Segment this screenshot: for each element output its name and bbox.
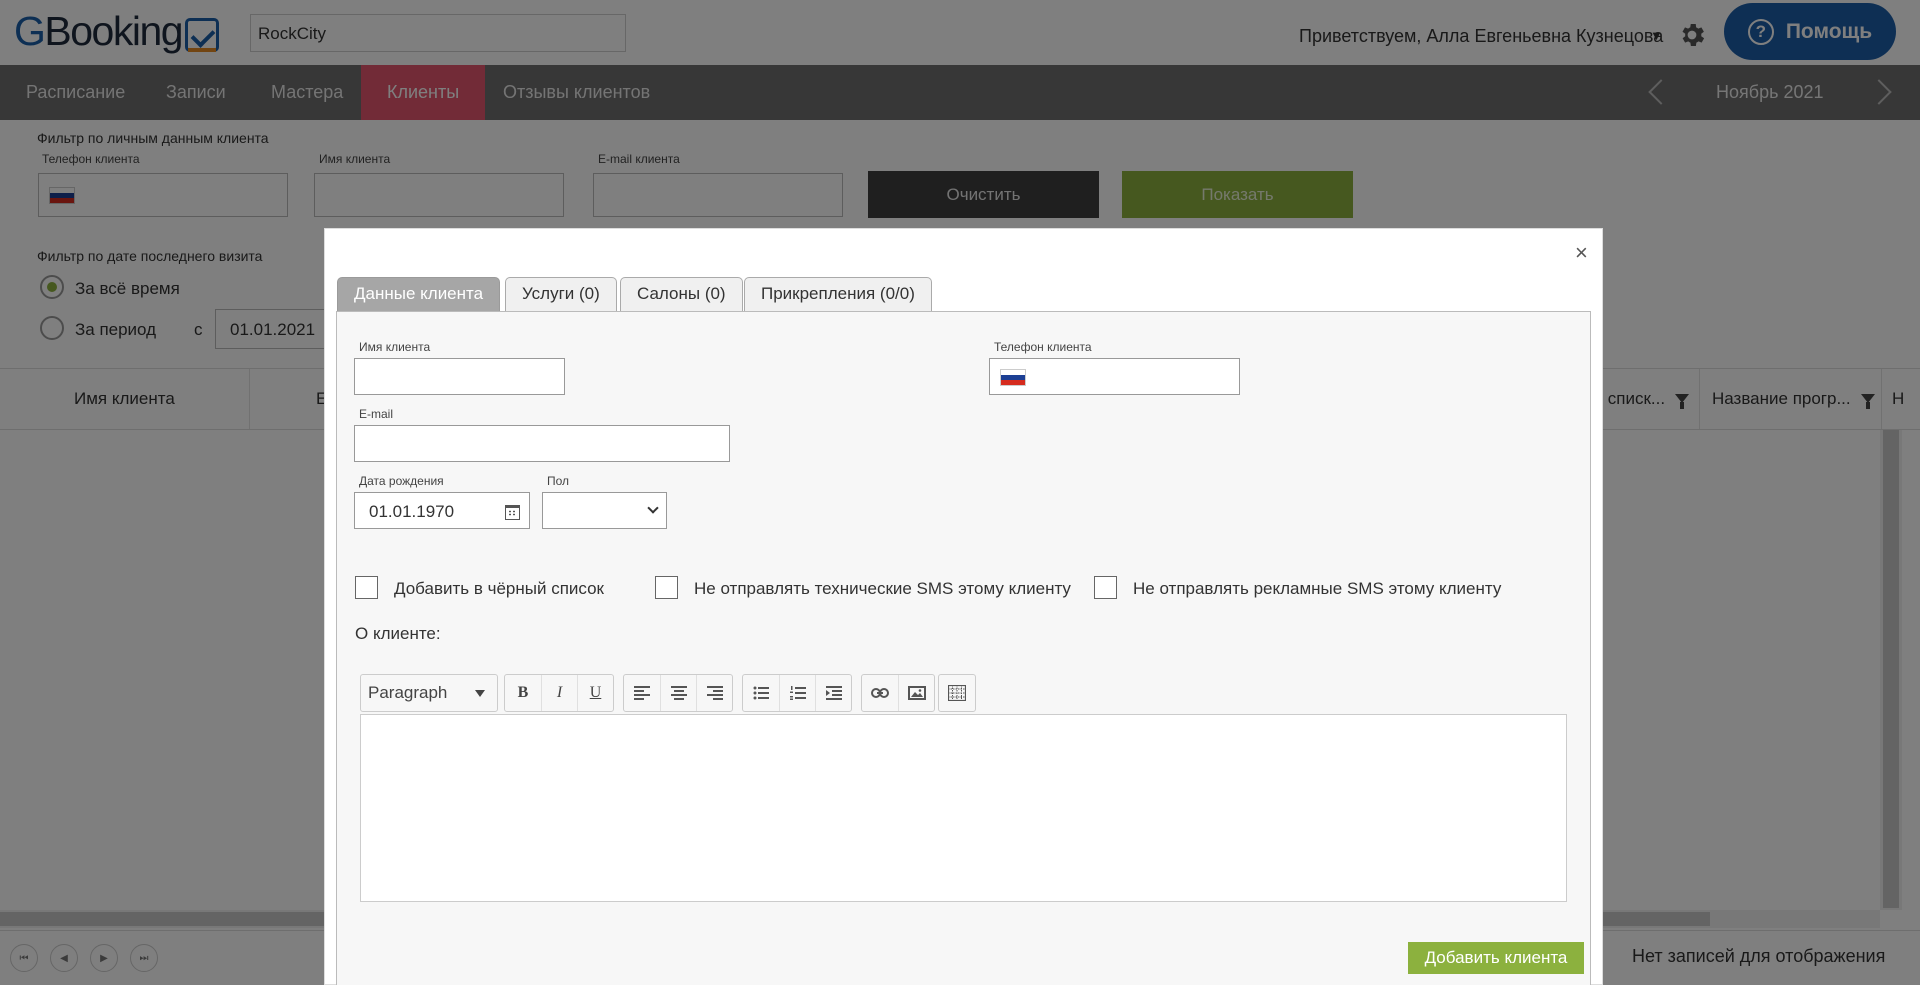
calendar-icon[interactable]: [505, 505, 520, 520]
birth-date-input[interactable]: 01.01.1970: [354, 492, 530, 529]
align-right-icon: [706, 684, 723, 702]
no-ad-sms-checkbox[interactable]: [1094, 576, 1117, 599]
client-phone-label: Телефон клиента: [994, 340, 1092, 354]
caret-down-icon: [475, 690, 485, 697]
client-email-label: E-mail: [359, 407, 394, 421]
align-group: [623, 674, 733, 712]
tab-salons[interactable]: Салоны (0): [620, 277, 743, 311]
align-right-button[interactable]: [696, 675, 732, 711]
numbered-list-button[interactable]: [779, 675, 815, 711]
gender-select[interactable]: [542, 492, 667, 529]
table-icon: [948, 685, 966, 701]
bullet-list-icon: [753, 686, 769, 700]
insert-table-button[interactable]: [939, 675, 975, 711]
align-left-icon: [634, 684, 650, 702]
bold-button[interactable]: B: [505, 675, 541, 711]
about-client-label: О клиенте:: [355, 624, 441, 643]
add-client-button[interactable]: Добавить клиента: [1408, 942, 1584, 974]
blacklist-label: Добавить в чёрный список: [394, 579, 604, 598]
link-icon: [871, 688, 889, 698]
image-icon: [907, 686, 926, 700]
numbered-list-icon: [789, 686, 806, 700]
insert-image-button[interactable]: [898, 675, 934, 711]
align-center-icon: [670, 684, 687, 702]
bullet-list-button[interactable]: [743, 675, 779, 711]
align-left-button[interactable]: [624, 675, 660, 711]
blacklist-checkbox[interactable]: [355, 576, 378, 599]
tab-services[interactable]: Услуги (0): [505, 277, 617, 311]
chevron-down-icon: [647, 502, 659, 514]
table-group: [938, 674, 976, 712]
insert-group: [861, 674, 935, 712]
indent-icon: [825, 686, 842, 700]
align-center-button[interactable]: [660, 675, 696, 711]
russia-flag-icon: [1000, 369, 1026, 386]
birth-date-label: Дата рождения: [359, 474, 444, 488]
close-icon[interactable]: ×: [1575, 242, 1588, 264]
client-modal: × Данные клиента Услуги (0) Салоны (0) П…: [324, 228, 1603, 985]
list-group: [742, 674, 852, 712]
no-ad-sms-label: Не отправлять рекламные SMS этому клиент…: [1133, 579, 1502, 598]
tab-attachments[interactable]: Прикрепления (0/0): [744, 277, 932, 311]
paragraph-format-select[interactable]: Paragraph: [360, 674, 498, 712]
tab-client-data[interactable]: Данные клиента: [337, 277, 501, 311]
text-style-group: B I U: [504, 674, 614, 712]
client-name-input[interactable]: [354, 358, 565, 395]
client-email-input[interactable]: [354, 425, 730, 462]
client-data-panel: Имя клиента Телефон клиента E-mail Дата …: [336, 311, 1591, 985]
client-phone-input[interactable]: [989, 358, 1240, 395]
client-name-label: Имя клиента: [359, 340, 431, 354]
underline-button[interactable]: U: [577, 675, 613, 711]
italic-button[interactable]: I: [541, 675, 577, 711]
gender-label: Пол: [547, 474, 570, 488]
insert-link-button[interactable]: [862, 675, 898, 711]
about-client-editor[interactable]: [360, 714, 1567, 902]
no-tech-sms-checkbox[interactable]: [655, 576, 678, 599]
indent-button[interactable]: [815, 675, 851, 711]
no-tech-sms-label: Не отправлять технические SMS этому клие…: [694, 579, 1071, 598]
